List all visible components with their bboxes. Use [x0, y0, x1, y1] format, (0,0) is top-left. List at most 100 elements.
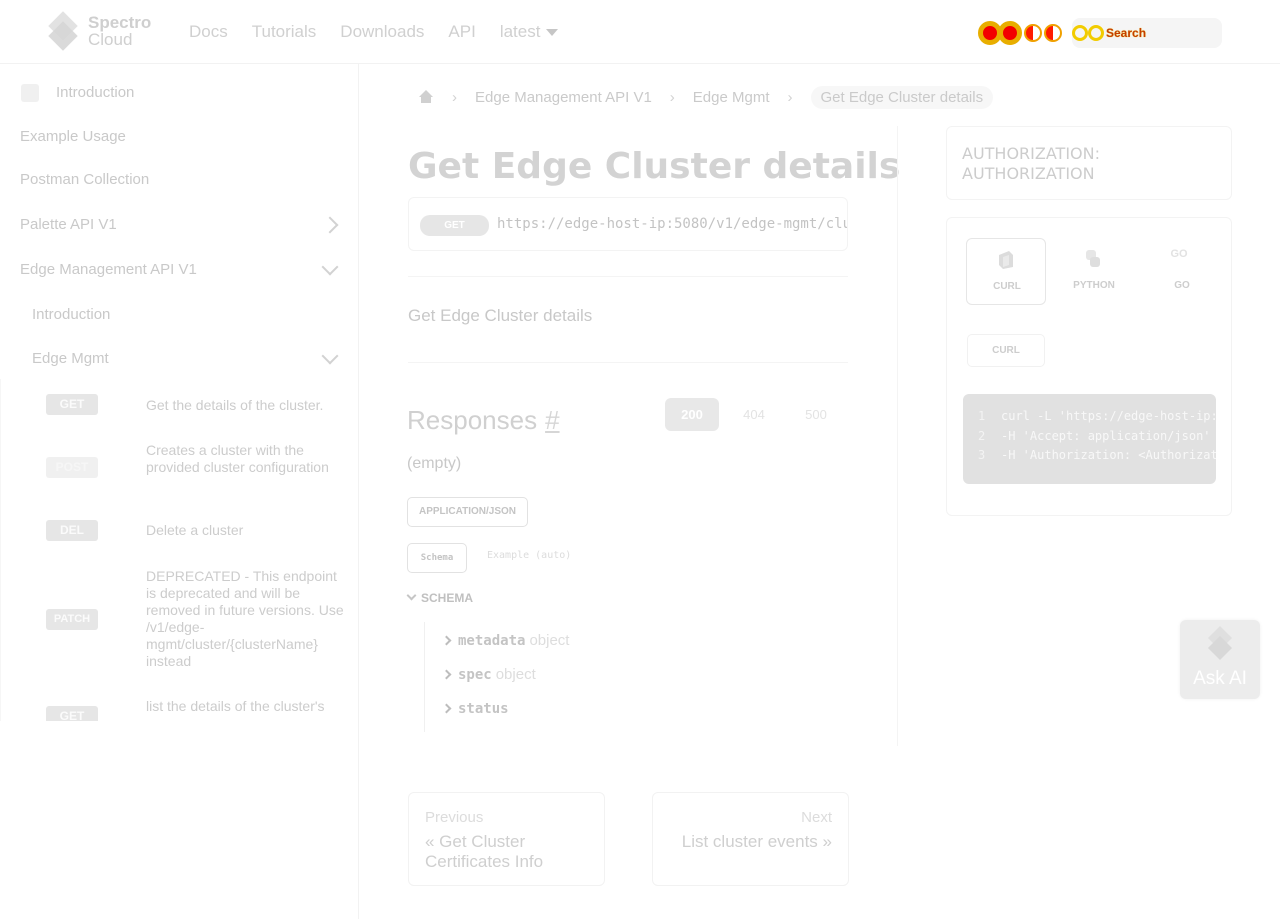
- breadcrumb-current: Get Edge Cluster details: [810, 85, 994, 109]
- pager-next-label: Next: [801, 809, 832, 826]
- responses-title: Responses: [407, 405, 538, 435]
- schema-label: SCHEMA: [421, 591, 474, 605]
- nav-link-docs[interactable]: Docs: [189, 22, 228, 42]
- page-title: Get Edge Cluster details: [408, 146, 901, 187]
- code-block[interactable]: 1 curl -L 'https://edge-host-ip:5080/v1/e…: [963, 394, 1216, 484]
- chevron-down-icon: [406, 590, 417, 601]
- nav-link-tutorials[interactable]: Tutorials: [252, 22, 317, 42]
- version-dropdown[interactable]: latest: [500, 22, 559, 42]
- property-type: object: [495, 666, 536, 683]
- nav-links: Docs Tutorials Downloads API latest: [189, 0, 582, 64]
- nav-right: Search: [978, 18, 1222, 48]
- sidebar-item-postman-collection[interactable]: Postman Collection: [20, 171, 149, 188]
- search-icon-secondary: [1088, 25, 1104, 41]
- chevron-right-icon: ›: [787, 88, 793, 106]
- chevron-down-icon[interactable]: [321, 347, 339, 365]
- search-icon: [1072, 25, 1088, 41]
- pager-next-title: List cluster events »: [681, 832, 832, 851]
- property-name: spec: [458, 667, 492, 683]
- nav-link-api[interactable]: API: [448, 22, 475, 42]
- breadcrumb: › Edge Management API V1 › Edge Mgmt › G…: [418, 84, 994, 110]
- status-code-tabs: 200 404 500: [665, 398, 851, 431]
- version-label: latest: [499, 22, 541, 41]
- tab-status-200[interactable]: 200: [665, 398, 719, 431]
- caret-down-icon: [546, 29, 559, 37]
- tab-schema[interactable]: Schema: [407, 543, 467, 573]
- schema-property-spec[interactable]: spec object: [441, 666, 536, 683]
- introduction-icon: [21, 84, 39, 102]
- search-button[interactable]: Search: [1072, 18, 1222, 48]
- spectro-cloud-logo[interactable]: Spectro Cloud: [46, 11, 151, 51]
- home-icon[interactable]: [418, 90, 434, 104]
- chevron-right-icon[interactable]: [321, 216, 339, 234]
- sidebar-item-edge-introduction[interactable]: Introduction: [32, 306, 110, 323]
- schema-toggle[interactable]: SCHEMA: [406, 590, 474, 605]
- endpoint-label: DEPRECATED - This endpoint is deprecated…: [146, 568, 344, 669]
- lang-label: GO: [1174, 280, 1190, 291]
- pager-next[interactable]: Next List cluster events »: [652, 792, 849, 886]
- code-sample-card: CURL PYTHON GO GO CURL 1 curl -L 'https:/…: [946, 217, 1232, 516]
- line-number: 1: [978, 409, 986, 423]
- endpoint-label: Get the details of the cluster.: [146, 397, 324, 413]
- sidebar-item-edge-mgmt[interactable]: Edge Mgmt: [32, 350, 109, 367]
- ask-ai-icon: [1206, 625, 1234, 664]
- endpoint-label: list the details of the cluster's: [146, 698, 325, 714]
- ask-ai-button[interactable]: Ask AI: [1180, 620, 1260, 699]
- chevron-right-icon: [441, 669, 452, 680]
- divider: [408, 362, 848, 363]
- property-type: object: [529, 632, 570, 649]
- property-name: metadata: [458, 633, 526, 649]
- nav-link-downloads[interactable]: Downloads: [340, 22, 424, 42]
- divider: [408, 276, 848, 277]
- schema-tree: metadata object spec object status: [424, 622, 848, 732]
- method-badge: GET: [46, 706, 98, 721]
- method-badge: GET: [46, 394, 98, 415]
- endpoint-label: Creates a cluster with the provided clus…: [146, 442, 329, 475]
- sidebar: Introduction Example Usage Postman Colle…: [0, 64, 359, 919]
- breadcrumb-item[interactable]: Edge Mgmt: [693, 89, 770, 106]
- lang-label: PYTHON: [1073, 280, 1115, 291]
- curl-icon: [999, 251, 1013, 269]
- breadcrumb-item[interactable]: Edge Management API V1: [475, 89, 652, 106]
- sidebar-item-introduction[interactable]: Introduction: [56, 84, 134, 101]
- schema-property-status[interactable]: status: [441, 700, 513, 717]
- responses-anchor-link[interactable]: #: [545, 405, 559, 435]
- sidebar-item-edge-management-api-v1[interactable]: Edge Management API V1: [20, 261, 197, 278]
- chevron-down-icon[interactable]: [321, 258, 339, 276]
- method-badge: POST: [46, 457, 98, 478]
- tab-status-500[interactable]: 500: [789, 398, 843, 431]
- schema-property-metadata[interactable]: metadata object: [441, 632, 570, 649]
- tab-variant-curl[interactable]: CURL: [967, 334, 1045, 367]
- authorization-title: AUTHORIZATION: AUTHORIZATION: [962, 144, 1100, 183]
- chevron-right-icon: [441, 635, 452, 646]
- pager-previous[interactable]: Previous « Get Cluster Certificates Info: [408, 792, 605, 886]
- tab-lang-curl[interactable]: CURL: [966, 238, 1046, 305]
- response-empty-text: (empty): [407, 455, 462, 472]
- code-line: 3 -H 'Authorization: <Authorization>': [963, 448, 1216, 468]
- tab-example-auto[interactable]: Example (auto): [487, 550, 571, 561]
- column-divider: [897, 126, 898, 746]
- community-icon[interactable]: [998, 21, 1022, 45]
- ask-ai-label: Ask AI: [1193, 668, 1247, 689]
- logo-icon: [46, 11, 82, 51]
- tab-lang-go[interactable]: GO GO: [1142, 238, 1222, 305]
- lang-label: CURL: [993, 281, 1021, 292]
- tab-lang-python[interactable]: PYTHON: [1054, 238, 1134, 305]
- sidebar-item-example-usage[interactable]: Example Usage: [20, 128, 126, 145]
- authorization-card: AUTHORIZATION: AUTHORIZATION: [946, 126, 1232, 200]
- mime-type-button[interactable]: APPLICATION/JSON: [407, 497, 528, 527]
- sidebar-item-palette-api-v1[interactable]: Palette API V1: [20, 216, 117, 233]
- method-badge: DEL: [46, 520, 98, 541]
- search-label: Search: [1106, 26, 1147, 40]
- method-badge: GET: [420, 215, 489, 236]
- endpoint-list: GET Get the details of the cluster. POST…: [0, 379, 359, 721]
- python-icon: [1086, 250, 1100, 267]
- theme-toggle-icon[interactable]: [1024, 24, 1042, 42]
- pager-previous-label: Previous: [425, 809, 484, 826]
- tab-status-404[interactable]: 404: [727, 398, 781, 431]
- line-number: 3: [978, 448, 986, 462]
- endpoint-description: Get Edge Cluster details: [408, 306, 593, 325]
- code-text: curl -L 'https://edge-host-ip:5080/v1/ed…: [1001, 409, 1216, 423]
- endpoint-url-box: GET https://edge-host-ip:5080/v1/edge-mg…: [408, 197, 848, 251]
- color-mode-icon[interactable]: [1044, 24, 1062, 42]
